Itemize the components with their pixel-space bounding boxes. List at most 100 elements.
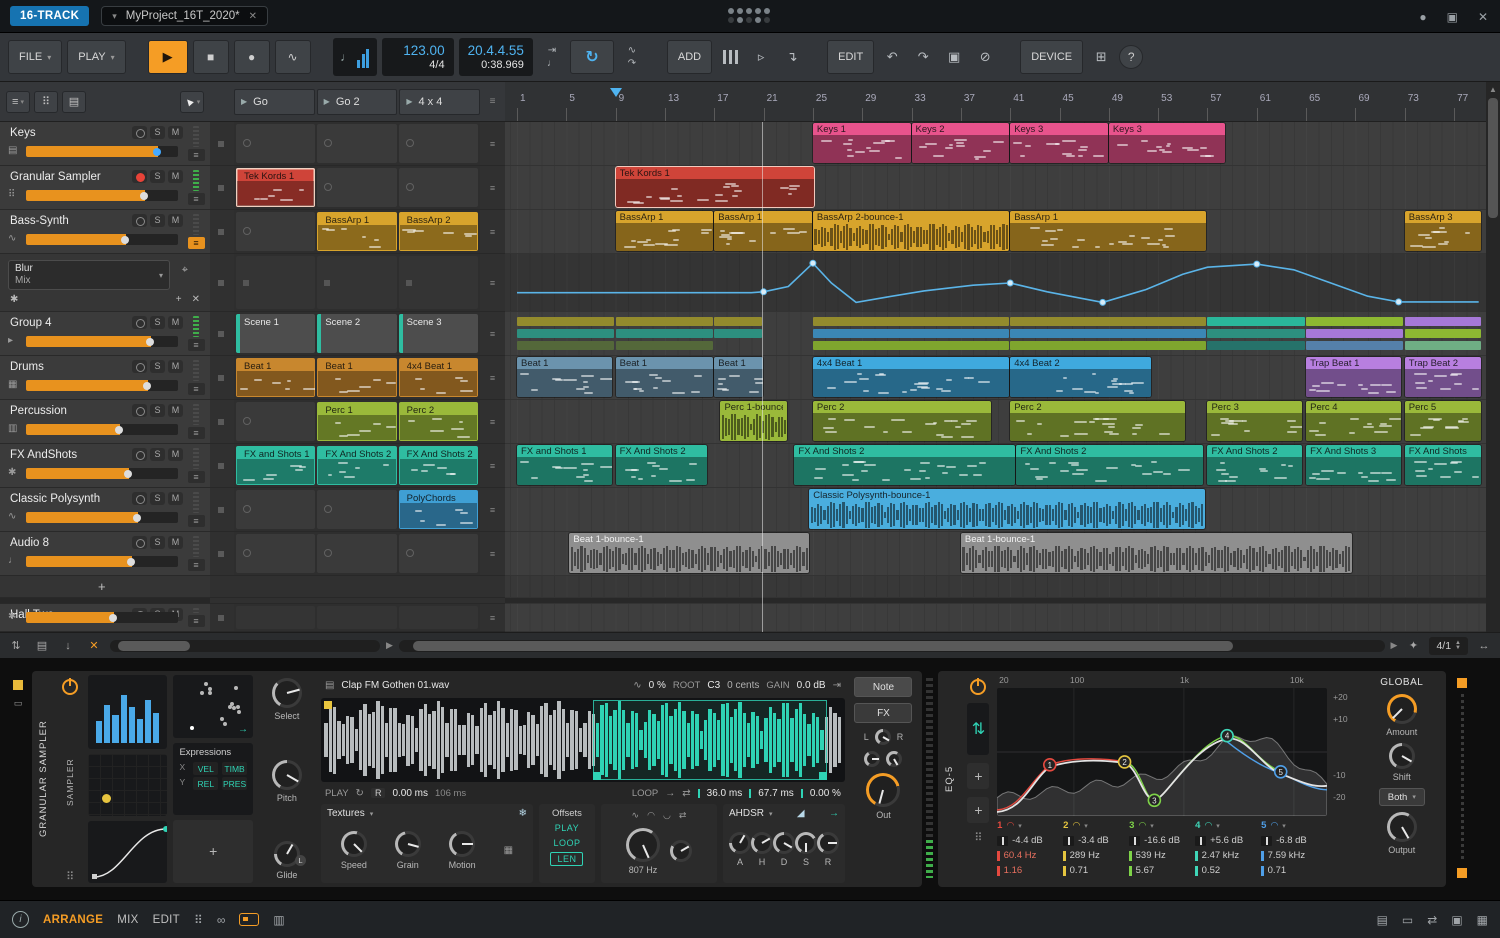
eq-mini-display[interactable]: ⇅: [967, 703, 990, 755]
arm-button[interactable]: [132, 170, 147, 183]
eq-band-selector-4[interactable]: 4 ◠ ▾: [1195, 818, 1261, 833]
clip-lane-menu-button[interactable]: ≡: [480, 254, 505, 311]
fader-handle[interactable]: [121, 235, 130, 244]
columns-icon[interactable]: ▥: [273, 913, 284, 927]
track-header-percussion[interactable]: Percussion S M ▥ ≡: [0, 400, 210, 444]
volume-fader[interactable]: [26, 556, 178, 567]
empty-clip-slot[interactable]: [236, 124, 316, 163]
file-menu-button[interactable]: FILE ▾: [8, 40, 63, 74]
scrollbar-thumb[interactable]: [1488, 98, 1498, 218]
loop-mode-icon[interactable]: ↻: [356, 788, 364, 799]
eq-q-value[interactable]: 5.67: [1129, 863, 1195, 878]
filter-notch-icon[interactable]: ⇄: [679, 810, 687, 821]
empty-clip-slot[interactable]: [236, 534, 316, 573]
mute-button[interactable]: M: [168, 360, 183, 373]
empty-clip-slot[interactable]: [317, 256, 397, 309]
grid-icon[interactable]: ⠿: [194, 913, 203, 927]
clip-lane-menu-button[interactable]: ≡: [480, 400, 505, 443]
track-menu-button[interactable]: ≡: [187, 471, 205, 483]
empty-clip-slot[interactable]: [398, 124, 478, 163]
volume-fader[interactable]: [26, 468, 178, 479]
clip-lane-menu-button[interactable]: ≡: [480, 122, 505, 165]
duplicate-icon[interactable]: ▣: [941, 40, 967, 74]
mute-button[interactable]: M: [168, 536, 183, 549]
scene-button-go[interactable]: ▶ Go: [234, 88, 315, 115]
empty-clip-slot[interactable]: [236, 606, 316, 629]
decay-knob[interactable]: [772, 831, 795, 854]
keyboard-panel-icon[interactable]: ▦: [1477, 913, 1488, 927]
arm-button[interactable]: [132, 536, 147, 549]
eq-gain-value[interactable]: -4.4 dB: [997, 833, 1063, 848]
track-menu-button[interactable]: ≡: [187, 515, 205, 527]
eq-spectrum-display[interactable]: 1 2 3 4 5: [996, 688, 1328, 817]
envelope-mode[interactable]: AHDSR: [729, 808, 764, 819]
track-header-keys[interactable]: Keys S M ▤ ≡: [0, 122, 210, 166]
amount-knob[interactable]: [1386, 694, 1417, 724]
mixer-icon[interactable]: [717, 40, 743, 74]
filter-res-knob[interactable]: [669, 840, 692, 862]
fader-handle[interactable]: [145, 337, 154, 346]
jump-to-icon[interactable]: ↴: [779, 40, 805, 74]
speed-knob[interactable]: [340, 830, 367, 857]
arranger-clip-classic-polysynth-bounce-1[interactable]: Classic Polysynth-bounce-1: [809, 489, 1206, 529]
loop-pingpong-icon[interactable]: ⇄: [682, 788, 690, 799]
redo-icon[interactable]: ↷: [910, 40, 936, 74]
track-menu-button[interactable]: ≡: [187, 427, 205, 439]
empty-clip-slot[interactable]: [317, 168, 397, 207]
arranger-clip-fx-and-shots-2[interactable]: FX And Shots 2: [794, 445, 1016, 485]
eq-freq-value[interactable]: 7.59 kHz: [1261, 848, 1327, 863]
arranger-clip-perc-5[interactable]: Perc 5: [1404, 401, 1482, 441]
eq-band-selector-3[interactable]: 3 ◠ ▾: [1129, 818, 1195, 833]
output-knob[interactable]: [1386, 812, 1417, 842]
grain-knob[interactable]: [394, 830, 421, 857]
width-knob[interactable]: [864, 751, 881, 767]
arm-button[interactable]: [132, 448, 147, 461]
eq-gain-value[interactable]: -16.6 dB: [1129, 833, 1195, 848]
clip-lane-menu-button[interactable]: ≡: [480, 210, 505, 253]
fx-mode-button[interactable]: FX: [854, 703, 913, 723]
fader-handle[interactable]: [139, 191, 148, 200]
add-modulator-button[interactable]: +: [173, 819, 253, 883]
waveform-display[interactable]: [320, 698, 845, 782]
play-button[interactable]: ▶: [147, 40, 188, 74]
punch-toggles[interactable]: ⇥ ♩: [539, 40, 565, 74]
marker-icon[interactable]: ▹: [748, 40, 774, 74]
eq-freq-value[interactable]: 2.47 kHz: [1195, 848, 1261, 863]
shift-knob[interactable]: [1388, 743, 1415, 769]
track-menu-button[interactable]: ≡: [187, 339, 205, 351]
start-time-value[interactable]: 0.00 ms: [392, 788, 428, 799]
eq-freq-value[interactable]: 539 Hz: [1129, 848, 1195, 863]
launcher-clip-bassarp-1[interactable]: BassArp 1: [317, 212, 397, 251]
solo-button[interactable]: S: [150, 126, 165, 139]
scene-button-go-2[interactable]: ▶ Go 2: [316, 88, 398, 115]
track-header-granular-sampler[interactable]: Granular Sampler S M ⠿ ≡: [0, 166, 210, 210]
arranger-clip-bassarp-1[interactable]: BassArp 1: [615, 211, 714, 251]
xy-pad[interactable]: [87, 754, 168, 816]
sustain-knob[interactable]: [794, 831, 817, 854]
expr-pres[interactable]: PRES: [222, 777, 247, 791]
clip-stop-button[interactable]: [210, 444, 234, 487]
swap-panel-icon[interactable]: ⇄: [1427, 913, 1437, 927]
plugin-window-icon[interactable]: ⊞: [1088, 40, 1114, 74]
add-modulator-button[interactable]: +: [967, 797, 990, 823]
position-panel[interactable]: 20.4.4.55 0:38.969: [458, 38, 533, 76]
track-menu-button[interactable]: ≡: [187, 615, 205, 627]
track-header-hall-two[interactable]: Hall TwoSM✱≡: [0, 604, 210, 632]
fader-handle[interactable]: [115, 425, 124, 434]
release-knob[interactable]: [816, 831, 839, 854]
metronome-panel[interactable]: ♩: [332, 38, 377, 76]
filter-freq-knob[interactable]: [625, 827, 660, 862]
pitch-knob[interactable]: [271, 759, 302, 790]
clip-lane-menu-button[interactable]: ≡: [480, 604, 505, 631]
mute-button[interactable]: M: [168, 170, 183, 183]
track-menu-button[interactable]: ≡: [187, 237, 205, 249]
maximize-icon[interactable]: ▣: [1447, 10, 1458, 24]
eq-gain-value[interactable]: -3.4 dB: [1063, 833, 1129, 848]
play-start-marker[interactable]: [609, 88, 622, 97]
empty-clip-slot[interactable]: [236, 490, 316, 529]
eq-freq-value[interactable]: 289 Hz: [1063, 848, 1129, 863]
arranger-clip-keys-3[interactable]: Keys 3: [1010, 123, 1108, 163]
mute-button[interactable]: M: [168, 214, 183, 227]
time-display[interactable]: 0:38.969: [481, 59, 524, 72]
scroll-up-icon[interactable]: ▲: [1486, 82, 1500, 94]
